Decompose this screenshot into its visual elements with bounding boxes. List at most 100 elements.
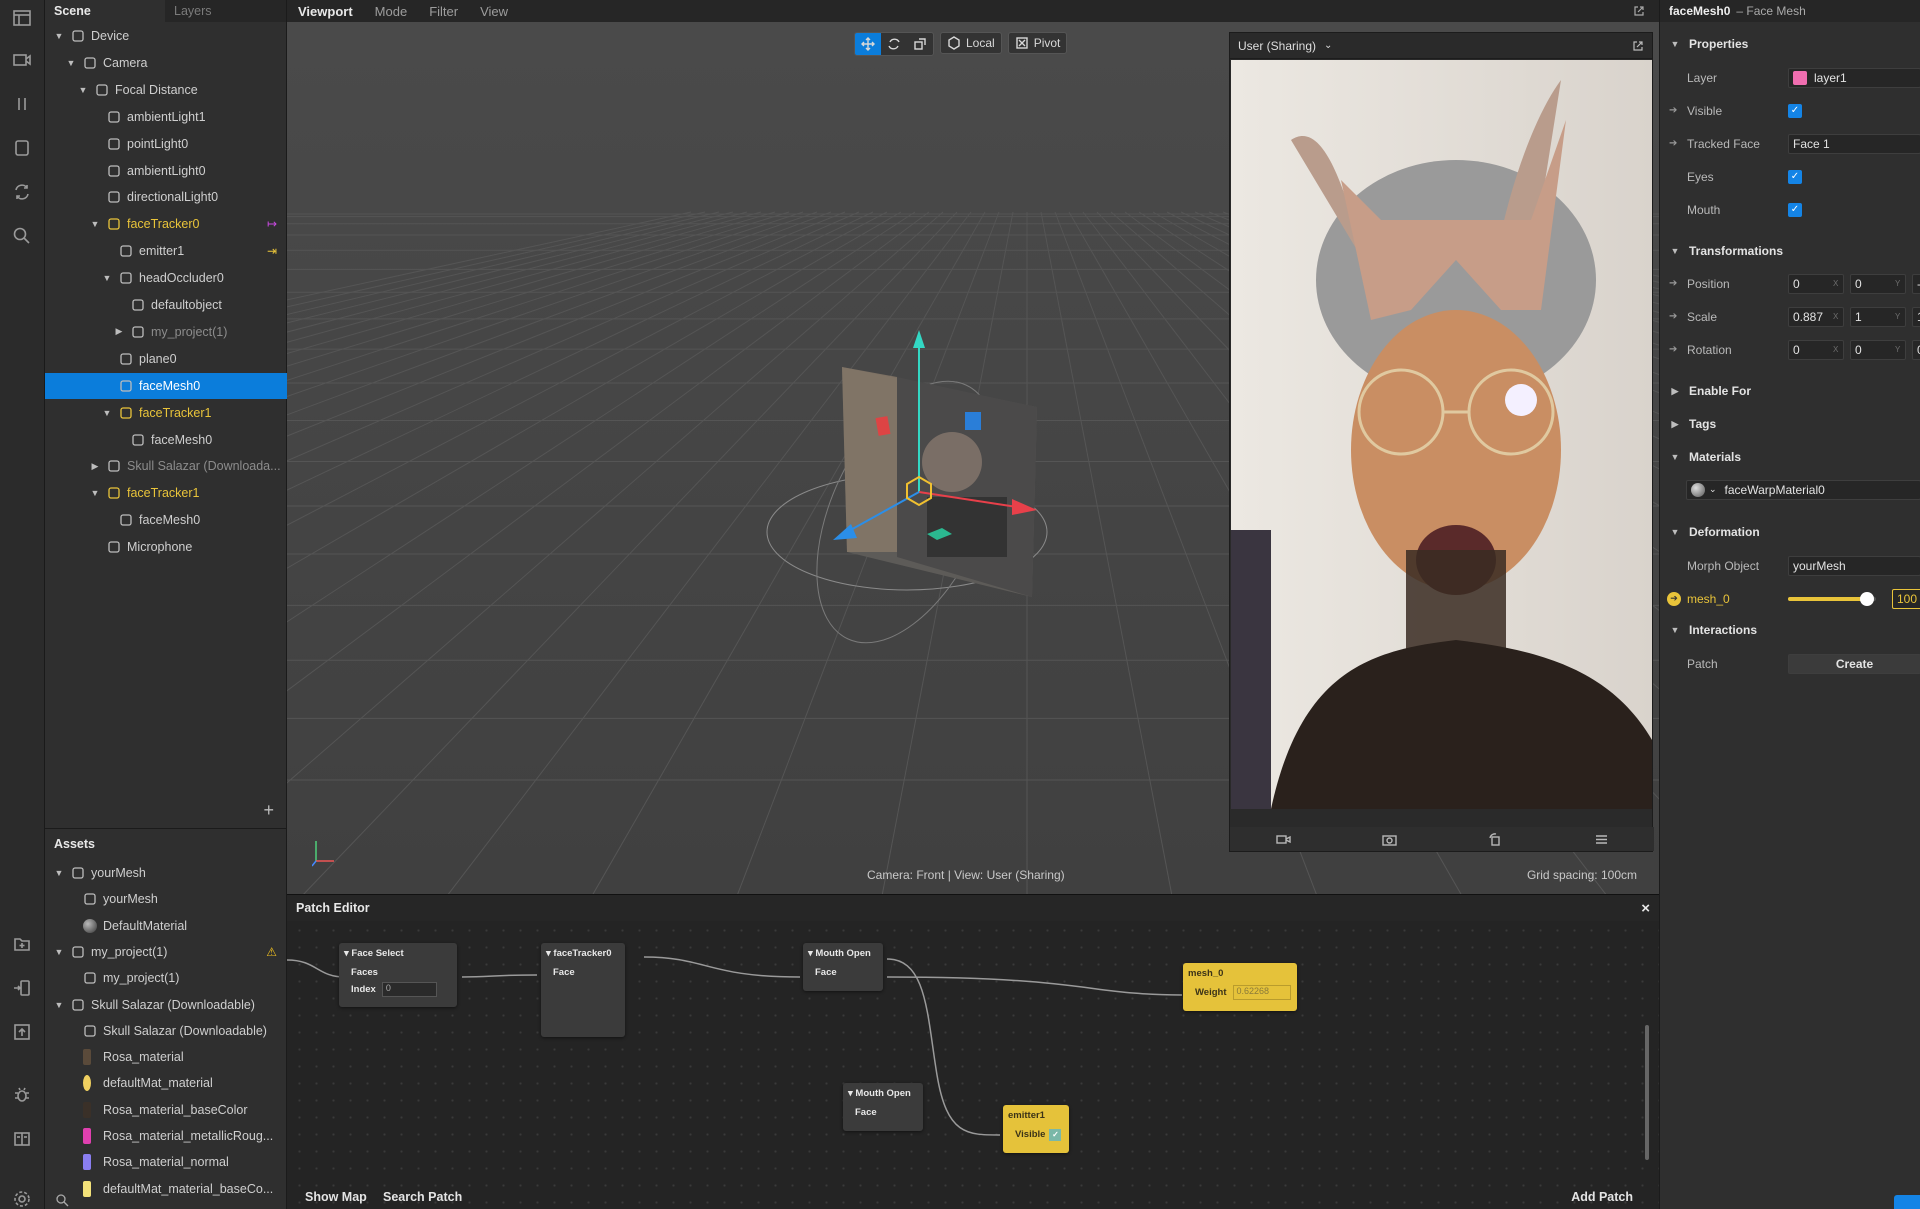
viewport-3d[interactable]: Local Pivot User (Sharing) ⌄ Camera: Fro… (287, 22, 1659, 894)
scene_panel-item[interactable]: ▼ faceTracker1 (45, 400, 287, 426)
mesh-weight-slider[interactable] (1788, 591, 1876, 606)
pivot-button[interactable]: Pivot (1007, 32, 1068, 54)
keyframe-arrow-icon[interactable]: ➔ (1669, 278, 1681, 290)
expand-caret-icon[interactable]: ▼ (77, 84, 89, 96)
scene_panel-item[interactable]: plane0 (45, 346, 287, 372)
scene_panel-item[interactable]: faceMesh0 (45, 507, 287, 533)
video-icon[interactable] (10, 48, 34, 72)
scene_panel-item[interactable]: ▶ Skull Salazar (Downloada... (45, 453, 287, 479)
scene_panel-item[interactable]: directionalLight0 (45, 184, 287, 210)
expand-caret-icon[interactable]: ▼ (101, 272, 113, 284)
add-patch-button[interactable]: Add Patch (1571, 1185, 1633, 1209)
node-face-select[interactable]: ▾ Face Select Faces Index 0 (339, 943, 457, 1007)
scene_panel-item[interactable]: emitter1 ⇥ (45, 238, 287, 264)
simulator-menu-icon[interactable] (1594, 832, 1609, 847)
scene_panel-item[interactable]: faceMesh0 (45, 427, 287, 453)
menu-view[interactable]: View (469, 4, 519, 19)
search-icon[interactable] (10, 224, 34, 248)
keyframe-arrow-icon[interactable]: ➔ (1669, 311, 1681, 323)
assets_panel-item[interactable]: ▼ yourMesh (45, 860, 287, 886)
mouth-checkbox[interactable]: ✓ (1788, 202, 1802, 217)
run-button[interactable] (1894, 1195, 1920, 1209)
assets_panel-item[interactable]: Skull Salazar (Downloadable) (45, 1018, 287, 1044)
popout-icon[interactable] (1633, 5, 1645, 17)
layout-icon[interactable] (10, 6, 34, 30)
scene_panel-item[interactable]: Microphone (45, 534, 287, 560)
chevron-down-icon[interactable]: ⌄ (1324, 40, 1332, 51)
assets_panel-item[interactable]: ▼ Skull Salazar (Downloadable) (45, 992, 287, 1018)
section-tags[interactable]: ▶ Tags (1660, 411, 1920, 437)
section-transformations[interactable]: ▼ Transformations (1660, 238, 1920, 264)
show-map-button[interactable]: Show Map (305, 1185, 367, 1209)
asset-search-icon[interactable] (55, 1193, 69, 1207)
scene_panel-item[interactable]: ▼ headOccluder0 (45, 265, 287, 291)
collapse-caret-icon[interactable]: ▶ (89, 460, 101, 472)
rotate-tool-button[interactable] (881, 33, 907, 55)
scene-object-gizmo[interactable] (747, 312, 1177, 682)
settings-gear-icon[interactable] (10, 1187, 34, 1209)
warning-icon[interactable]: ⚠ (266, 945, 277, 959)
index-input[interactable]: 0 (381, 982, 437, 997)
eyes-checkbox[interactable]: ✓ (1788, 169, 1802, 184)
device-frame-icon[interactable] (10, 136, 34, 160)
import-icon[interactable] (10, 932, 34, 956)
scene_panel-item[interactable]: ▼ Camera (45, 50, 287, 76)
mesh-weight-value[interactable]: 100 (1892, 588, 1920, 609)
material-dropdown[interactable]: ⌄ faceWarpMaterial0 (1686, 479, 1920, 500)
expand-caret-icon[interactable]: ▼ (53, 999, 65, 1011)
keyframe-arrow-icon[interactable]: ➔ (1669, 105, 1681, 117)
popout-icon[interactable] (1632, 40, 1644, 52)
local-space-button[interactable]: Local (940, 32, 1002, 54)
visible-checkbox[interactable]: ✓ (1788, 103, 1802, 118)
keyframe-arrow-icon[interactable]: ➔ (1669, 344, 1681, 356)
section-interactions[interactable]: ▼ Interactions (1660, 617, 1920, 643)
menu-mode[interactable]: Mode (364, 4, 419, 19)
scene_panel-item[interactable]: ▼ Device (45, 23, 287, 49)
collapse-caret-icon[interactable]: ▶ (113, 326, 125, 338)
node-mouth-open-1[interactable]: ▾ Mouth Open Face (803, 943, 883, 991)
node-mesh-0[interactable]: mesh_0 Weight 0.62268 (1183, 963, 1297, 1011)
scene_panel-item[interactable]: ▼ faceTracker1 (45, 480, 287, 506)
keyframe-arrow-icon[interactable]: ➔ (1669, 138, 1681, 150)
expand-caret-icon[interactable]: ▼ (53, 867, 65, 879)
layer-dropdown[interactable]: layer1 (1788, 67, 1920, 88)
scene_panel-item[interactable]: ▼ Focal Distance (45, 77, 287, 103)
assets_panel-item[interactable]: Rosa_material_baseColor (45, 1097, 287, 1123)
section-enable-for[interactable]: ▶ Enable For (1660, 378, 1920, 404)
node-face-tracker[interactable]: ▾ faceTracker0 Face (541, 943, 625, 1037)
assets_panel-item[interactable]: defaultMat_material (45, 1070, 287, 1096)
expand-caret-icon[interactable]: ▼ (89, 487, 101, 499)
patch-connected-icon[interactable]: ➔ (1667, 591, 1681, 606)
bug-icon[interactable] (10, 1083, 34, 1107)
node-emitter1[interactable]: emitter1 Visible ✓ (1003, 1105, 1069, 1153)
expand-caret-icon[interactable]: ▼ (101, 407, 113, 419)
node-mouth-open-2[interactable]: ▾ Mouth Open Face (843, 1083, 923, 1131)
refresh-icon[interactable] (10, 180, 34, 204)
expand-caret-icon[interactable]: ▼ (65, 57, 77, 69)
section-materials[interactable]: ▼ Materials (1660, 444, 1920, 470)
scene_panel-item[interactable]: ▼ faceTracker0 ↦ (45, 211, 287, 237)
weight-value[interactable]: 0.62268 (1232, 985, 1291, 1000)
scene_panel-item[interactable]: ▶ my_project(1) (45, 319, 287, 345)
move-tool-button[interactable] (855, 33, 881, 55)
record-video-icon[interactable] (1275, 832, 1291, 847)
scene_panel-item[interactable]: ambientLight0 (45, 158, 287, 184)
scale-z[interactable]: 1 (1912, 306, 1920, 327)
pause-icon[interactable] (10, 92, 34, 116)
tab-viewport[interactable]: Viewport (287, 4, 364, 19)
scale-tool-button[interactable] (907, 33, 933, 55)
assets_panel-item[interactable]: Rosa_material_normal (45, 1149, 287, 1175)
add-object-button[interactable]: + (263, 800, 274, 821)
assets_panel-item[interactable]: my_project(1) (45, 965, 287, 991)
tracked-face-dropdown[interactable]: Face 1 (1788, 133, 1920, 154)
assets_panel-item[interactable]: defaultMat_material_baseCo... (45, 1176, 287, 1202)
expand-caret-icon[interactable]: ▼ (89, 218, 101, 230)
search-patch-button[interactable]: Search Patch (383, 1185, 462, 1209)
upload-icon[interactable] (10, 1020, 34, 1044)
patch-input-icon[interactable]: ⇥ (267, 244, 277, 258)
section-deformation[interactable]: ▼ Deformation (1660, 519, 1920, 545)
expand-caret-icon[interactable]: ▼ (53, 946, 65, 958)
scene_panel-item[interactable]: ambientLight1 (45, 104, 287, 130)
visible-checkbox[interactable]: ✓ (1049, 1128, 1062, 1141)
camera-preview[interactable] (1231, 60, 1652, 809)
